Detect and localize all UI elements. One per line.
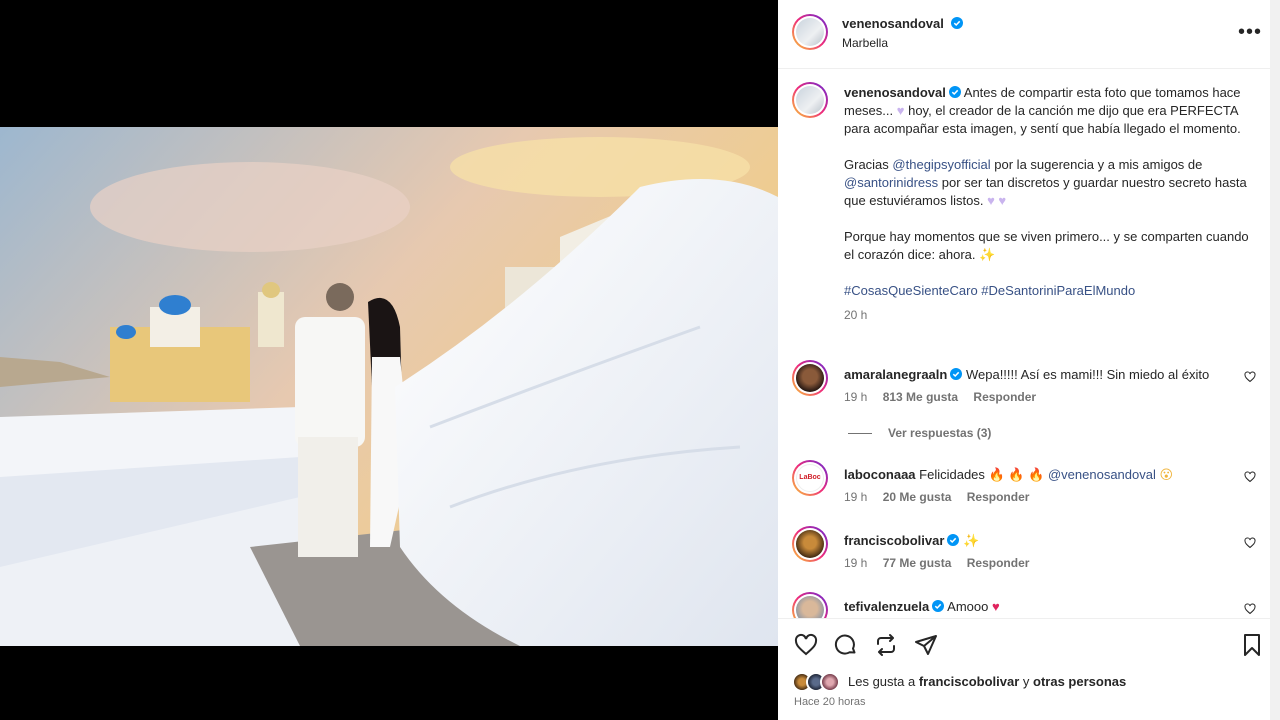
reply-button[interactable]: Responder xyxy=(967,490,1030,504)
like-heart-icon[interactable] xyxy=(1244,371,1256,383)
caption: venenosandoval Antes de compartir esta f… xyxy=(844,84,1250,324)
post-panel: venenosandoval Marbella ••• venenosandov… xyxy=(778,0,1280,720)
comment-text: Wepa!!!!! Así es mami!!! Sin miedo al éx… xyxy=(965,367,1210,382)
reply-button[interactable]: Responder xyxy=(973,390,1036,404)
repost-icon[interactable] xyxy=(874,633,898,657)
fire-icon: 🔥 🔥 🔥 xyxy=(988,467,1045,482)
comment-time: 19 h xyxy=(844,390,868,404)
view-replies-button[interactable]: Ver respuestas (3) xyxy=(848,426,991,440)
caption-text-2a: Gracias xyxy=(844,157,889,172)
comment-avatar[interactable] xyxy=(792,592,828,618)
comment-username[interactable]: laboconaaa xyxy=(844,467,916,482)
purple-heart-icon: ♥ xyxy=(896,103,905,118)
likes-middle: y xyxy=(1022,674,1030,689)
caption-text-1b: hoy, el creador de la canción me dijo qu… xyxy=(844,103,1241,136)
like-heart-icon[interactable] xyxy=(1244,603,1256,615)
likes-user[interactable]: franciscobolivar xyxy=(919,674,1019,689)
post-time: Hace 20 horas xyxy=(794,696,866,708)
header-location[interactable]: Marbella xyxy=(842,36,888,50)
sparkles-icon: ✨ xyxy=(963,533,980,548)
likes-others[interactable]: otras personas xyxy=(1033,674,1126,689)
comment-icon[interactable] xyxy=(834,633,858,657)
comment-avatar[interactable]: LaBoc xyxy=(792,460,828,496)
comment-time: 19 h xyxy=(844,556,868,570)
verified-badge-icon xyxy=(950,368,963,380)
replies-divider xyxy=(848,433,872,435)
like-heart-icon[interactable] xyxy=(1244,471,1256,483)
mention-link[interactable]: @venenosandoval xyxy=(1048,467,1156,482)
comment-likes[interactable]: 77 Me gusta xyxy=(883,556,952,570)
comments-area: venenosandoval Antes de compartir esta f… xyxy=(778,70,1270,618)
caption-username[interactable]: venenosandoval xyxy=(844,85,946,100)
post-header: venenosandoval Marbella ••• xyxy=(778,0,1270,69)
comment-text: Felicidades xyxy=(919,467,985,482)
verified-badge-icon xyxy=(932,600,945,612)
comment-avatar[interactable] xyxy=(792,526,828,562)
sparkles-icon: ✨ xyxy=(979,247,996,262)
like-heart-icon[interactable] xyxy=(794,633,818,657)
share-icon[interactable] xyxy=(914,633,938,657)
surprised-face-icon: 😮 xyxy=(1159,467,1174,482)
post-media xyxy=(0,0,778,720)
liker-avatar[interactable] xyxy=(820,672,840,692)
comment-likes[interactable]: 813 Me gusta xyxy=(883,390,958,404)
likes-prefix: Les gusta a xyxy=(848,674,916,689)
caption-time: 20 h xyxy=(844,308,868,322)
scrollbar[interactable] xyxy=(1270,0,1280,720)
purple-heart-icon: ♥ ♥ xyxy=(987,193,1007,208)
header-username[interactable]: venenosandoval xyxy=(842,16,944,31)
mention-link[interactable]: @thegipsyofficial xyxy=(892,157,990,172)
caption-text-3: Porque hay momentos que se viven primero… xyxy=(844,229,1249,262)
caption-text-2b: por la sugerencia y a mis amigos de xyxy=(994,157,1203,172)
comment-time: 19 h xyxy=(844,490,868,504)
verified-badge-icon xyxy=(948,86,961,98)
bookmark-icon[interactable] xyxy=(1240,633,1264,657)
more-horizontal-icon[interactable]: ••• xyxy=(1238,22,1262,42)
verified-badge-icon xyxy=(947,534,960,546)
avatar[interactable] xyxy=(792,14,828,50)
comment-username[interactable]: franciscobolivar xyxy=(844,533,944,548)
caption-avatar[interactable] xyxy=(792,82,828,118)
view-replies-label: Ver respuestas (3) xyxy=(888,426,992,440)
comment-username[interactable]: amaralanegraaln xyxy=(844,367,947,382)
post-photo[interactable] xyxy=(0,127,778,646)
mention-link[interactable]: @santorinidress xyxy=(844,175,938,190)
pink-heart-icon: ♥ xyxy=(992,599,1000,614)
comment-text: Amooo xyxy=(947,599,989,614)
hashtags[interactable]: #CosasQueSienteCaro #DeSantoriniParaElMu… xyxy=(844,283,1135,298)
comment-username[interactable]: tefivalenzuela xyxy=(844,599,929,614)
reply-button[interactable]: Responder xyxy=(967,556,1030,570)
like-heart-icon[interactable] xyxy=(1244,537,1256,549)
verified-badge-icon xyxy=(950,17,963,29)
likes-summary: Les gusta a franciscobolivar y otras per… xyxy=(848,674,1126,689)
comment-avatar[interactable] xyxy=(792,360,828,396)
comment-likes[interactable]: 20 Me gusta xyxy=(883,490,952,504)
